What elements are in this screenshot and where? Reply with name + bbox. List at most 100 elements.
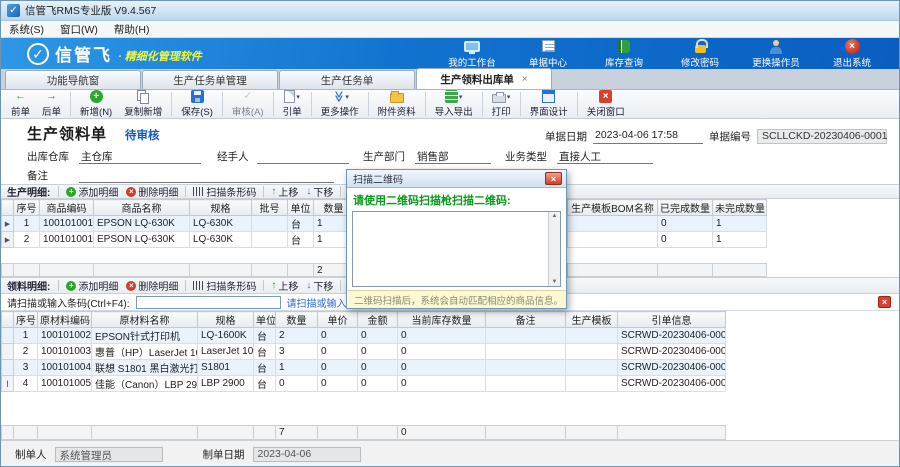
column-header[interactable]: 序号 — [14, 200, 40, 216]
column-header[interactable]: 原材料编码 — [38, 312, 92, 328]
next-doc-button[interactable]: →后单 — [36, 90, 67, 118]
ui-design-button[interactable]: 界面设计 — [524, 90, 574, 118]
grid-cell[interactable]: 0 — [398, 360, 486, 376]
grid-cell[interactable]: 100101005 — [38, 376, 92, 392]
scrollbar[interactable]: ▲ ▼ — [548, 212, 560, 286]
grid-cell[interactable]: 台 — [288, 232, 314, 248]
prev-doc-button[interactable]: ←前单 — [5, 90, 36, 118]
grid-cell[interactable] — [486, 344, 566, 360]
audit-button[interactable]: ✓审核(A) — [226, 90, 270, 118]
move-up-button[interactable]: ↑上移 — [268, 278, 301, 293]
grid-cell[interactable] — [566, 360, 618, 376]
grid-cell[interactable]: 3 — [276, 344, 318, 360]
menu-window[interactable]: 窗口(W) — [60, 22, 98, 37]
grid-cell[interactable]: 0 — [358, 344, 398, 360]
grid-cell[interactable]: EPSON LQ-630K — [94, 216, 190, 232]
add-row-button[interactable]: +添加明细 — [63, 278, 121, 293]
close-window-button[interactable]: ×关闭窗口 — [581, 90, 631, 118]
table-row[interactable]: I 4 100101005 佳能（Canon）LBP 2900+ 黑白激 LBP… — [2, 376, 726, 392]
doc-date-field[interactable]: 2023-04-06 17:58 — [593, 129, 703, 144]
grid-cell[interactable]: 1 — [14, 216, 40, 232]
tab-production-task[interactable]: 生产任务单 — [279, 70, 415, 89]
grid-cell[interactable]: SCRWD-20230406-0001 — [618, 328, 726, 344]
scroll-up-icon[interactable]: ▲ — [552, 212, 558, 220]
business-type-field[interactable]: 直接人工 — [557, 149, 653, 164]
menu-help[interactable]: 帮助(H) — [114, 22, 150, 37]
grid-cell[interactable] — [566, 376, 618, 392]
inventory-query-button[interactable]: 库存查询 — [593, 38, 655, 69]
column-header[interactable]: 商品名称 — [94, 200, 190, 216]
column-header[interactable]: 已完成数量 — [658, 200, 713, 216]
grid-cell[interactable] — [252, 232, 288, 248]
tab-production-task-mgmt[interactable]: 生产任务单管理 — [142, 70, 278, 89]
grid-cell[interactable]: 2 — [14, 232, 40, 248]
menu-system[interactable]: 系统(S) — [9, 22, 44, 37]
grid-cell[interactable]: 100101001 — [40, 232, 94, 248]
grid-cell[interactable]: 台 — [254, 328, 276, 344]
workbench-button[interactable]: 我的工作台 — [441, 38, 503, 69]
grid-cell[interactable]: 2 — [276, 328, 318, 344]
add-row-button[interactable]: +添加明细 — [63, 184, 121, 199]
column-header[interactable]: 商品编码 — [40, 200, 94, 216]
grid-cell[interactable]: SCRWD-20230406-0001 — [618, 344, 726, 360]
grid-cell[interactable]: 0 — [276, 376, 318, 392]
column-header[interactable]: 生产模板BOM名称 — [568, 200, 658, 216]
move-down-button[interactable]: ↓下移 — [303, 278, 336, 293]
grid-cell[interactable]: 4 — [14, 376, 38, 392]
column-header[interactable]: 备注 — [486, 312, 566, 328]
column-header[interactable]: 单位 — [288, 200, 314, 216]
print-button[interactable]: ▾打印 — [486, 90, 517, 118]
dialog-close-icon[interactable]: × — [545, 172, 562, 185]
column-header[interactable]: 单位 — [254, 312, 276, 328]
grid-cell[interactable] — [486, 328, 566, 344]
grid-cell[interactable]: 台 — [254, 344, 276, 360]
grid-cell[interactable]: 惠普（HP）LaserJet 1020 — [92, 344, 198, 360]
grid-cell[interactable]: LQ-630K — [190, 232, 252, 248]
move-down-button[interactable]: ↓下移 — [303, 184, 336, 199]
grid-cell[interactable]: SCRWD-20230406-0001 — [618, 360, 726, 376]
grid-cell[interactable]: 100101004 — [38, 360, 92, 376]
pull-doc-button[interactable]: ▾引单 — [277, 90, 308, 118]
close-panel-icon[interactable]: × — [878, 296, 891, 308]
grid-cell[interactable]: 0 — [318, 344, 358, 360]
column-header[interactable]: 生产模板 — [566, 312, 618, 328]
scan-barcode-button[interactable]: 扫描条形码 — [190, 278, 259, 293]
grid-cell[interactable]: SCRWD-20230406-0001 — [618, 376, 726, 392]
grid-cell[interactable]: 0 — [358, 328, 398, 344]
column-header[interactable]: 单价 — [318, 312, 358, 328]
warehouse-field[interactable]: 主仓库 — [79, 149, 201, 164]
grid-cell[interactable]: 2 — [14, 344, 38, 360]
grid-cell[interactable]: 100101003 — [38, 344, 92, 360]
column-header[interactable]: 未完成数量 — [713, 200, 767, 216]
grid-cell[interactable]: 0 — [398, 376, 486, 392]
grid-cell[interactable]: 0 — [318, 360, 358, 376]
grid-cell[interactable]: 3 — [14, 360, 38, 376]
grid-cell[interactable]: 100101002 — [38, 328, 92, 344]
grid-cell[interactable]: S1801 — [198, 360, 254, 376]
grid-cell[interactable]: 1 — [14, 328, 38, 344]
grid-cell[interactable]: 台 — [254, 360, 276, 376]
column-header[interactable]: 引单信息 — [618, 312, 726, 328]
change-password-button[interactable]: 修改密码 — [669, 38, 731, 69]
table-row[interactable]: 1 100101002 EPSON针式打印机 LQ-1600K 台 2 0 0 … — [2, 328, 726, 344]
remark-field[interactable] — [79, 168, 334, 183]
column-header[interactable]: 数量 — [276, 312, 318, 328]
table-row[interactable]: 2 100101003 惠普（HP）LaserJet 1020 LaserJet… — [2, 344, 726, 360]
column-header[interactable]: 序号 — [14, 312, 38, 328]
grid-cell[interactable]: 100101001 — [40, 216, 94, 232]
copy-new-button[interactable]: 复制新增 — [118, 90, 168, 118]
delete-row-button[interactable]: ×删除明细 — [123, 278, 181, 293]
document-center-button[interactable]: 单据中心 — [517, 38, 579, 69]
grid-cell[interactable] — [566, 328, 618, 344]
grid-cell[interactable]: LQ-630K — [190, 216, 252, 232]
column-header[interactable]: 当前库存数量 — [398, 312, 486, 328]
grid-cell[interactable]: EPSON LQ-630K — [94, 232, 190, 248]
table-row[interactable]: 3 100101004 联想 S1801 黑白激光打印机 S1801 台 1 0… — [2, 360, 726, 376]
column-header[interactable]: 原材料名称 — [92, 312, 198, 328]
grid-cell[interactable]: 0 — [318, 328, 358, 344]
grid-cell[interactable]: 0 — [398, 344, 486, 360]
scan-barcode-button[interactable]: 扫描条形码 — [190, 184, 259, 199]
grid-cell[interactable]: 佳能（Canon）LBP 2900+ 黑白激 — [92, 376, 198, 392]
grid-cell[interactable] — [566, 344, 618, 360]
column-header[interactable]: 规格 — [190, 200, 252, 216]
